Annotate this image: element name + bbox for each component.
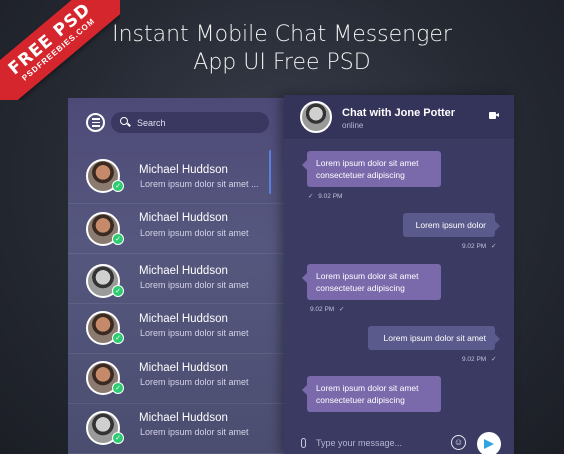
message-input[interactable] [316,438,446,448]
chat-panel: Chat with Jone Potter online Lorem ipsum… [284,95,514,454]
send-icon [484,439,494,449]
online-check-icon: ✓ [112,180,124,192]
contact-item[interactable]: ✓ Michael Huddson Lorem ipsum dolor sit … [68,404,284,454]
read-tick-icon: ✓ [491,356,497,363]
attachment-icon[interactable] [301,438,306,448]
contact-item[interactable]: ✓ Michael Huddson Lorem ipsum dolor sit … [68,254,284,304]
contact-item[interactable]: ✓ Michael Huddson Lorem ipsum dolor sit … [68,148,284,204]
message-time: 9.02 PM [462,243,487,250]
message-text: consectetuer adipiscing [316,395,405,405]
online-check-icon: ✓ [112,382,124,394]
message-text: Lorem ipsum dolor sit amet [316,383,419,393]
contact-preview: Lorem ipsum dolor sit amet [140,427,249,437]
online-check-icon: ✓ [112,233,124,245]
message-time: 9.02 PM [462,356,487,363]
online-check-icon: ✓ [112,285,124,297]
contact-preview: Lorem ipsum dolor sit amet [140,377,249,387]
message-text: Lorem ipsum dolor sit amet [316,158,419,168]
contact-item[interactable]: ✓ Michael Huddson Lorem ipsum dolor sit … [68,304,284,354]
message-text: Lorem ipsum dolor sit amet [383,333,486,343]
read-tick-icon: ✓ [339,306,345,313]
emoji-icon[interactable]: ☺ [451,435,466,450]
contact-name: Michael Huddson [139,362,228,374]
contact-name: Michael Huddson [139,313,228,325]
message-meta: ✓ 9.02 PM [308,192,342,200]
contact-name: Michael Huddson [139,412,228,424]
chat-title: Chat with Jone Potter [342,107,456,119]
online-check-icon: ✓ [112,432,124,444]
contact-preview: Lorem ipsum dolor sit amet [140,328,249,338]
contact-preview: Lorem ipsum dolor sit amet [140,280,249,290]
search-box[interactable] [111,112,269,133]
message-text: consectetuer adipiscing [316,283,405,293]
contact-preview: Lorem ipsum dolor sit amet [140,228,249,238]
avatar[interactable] [300,101,332,133]
search-input[interactable] [137,117,257,128]
contact-name: Michael Huddson [139,265,228,277]
contact-item[interactable]: ✓ Michael Huddson Lorem ipsum dolor sit … [68,204,284,254]
message-bubble-outgoing: Lorem ipsum dolor sit amet [368,326,500,350]
chat-status: online [342,121,364,130]
contact-name: Michael Huddson [139,212,228,224]
read-tick-icon: ✓ [491,243,497,250]
message-text: Lorem ipsum dolor [415,220,486,230]
search-icon [120,117,131,128]
online-check-icon: ✓ [112,332,124,344]
contact-list: ✓ Michael Huddson Lorem ipsum dolor sit … [68,148,284,454]
message-meta: 9.02 PM ✓ [310,305,344,313]
message-bubble-incoming: Lorem ipsum dolor sit amet consectetuer … [302,376,441,412]
message-bubble-incoming: Lorem ipsum dolor sit amet consectetuer … [302,151,441,187]
send-button[interactable] [477,432,501,454]
message-time: 9.02 PM [318,193,343,200]
message-meta: 9.02 PM ✓ [462,355,496,363]
contacts-panel: ✓ Michael Huddson Lorem ipsum dolor sit … [68,98,284,454]
message-composer: ☺ [284,431,514,454]
message-text: Lorem ipsum dolor sit amet [316,271,419,281]
message-bubble-incoming: Lorem ipsum dolor sit amet consectetuer … [302,264,441,300]
video-call-icon[interactable] [489,112,499,119]
page-title-line2: App UI Free PSD [193,50,371,75]
contact-item[interactable]: ✓ Michael Huddson Lorem ipsum dolor sit … [68,354,284,404]
contact-preview: Lorem ipsum dolor sit amet ... [140,179,259,189]
page-title-line1: Instant Mobile Chat Messenger [112,22,452,47]
message-time: 9.02 PM [310,306,335,313]
chat-header: Chat with Jone Potter online [284,95,514,140]
read-tick-icon: ✓ [308,193,314,200]
message-bubble-outgoing: Lorem ipsum dolor [403,213,500,237]
message-text: consectetuer adipiscing [316,170,405,180]
contact-name: Michael Huddson [139,164,228,176]
menu-icon[interactable] [86,113,105,132]
message-meta: 9.02 PM ✓ [462,242,496,250]
